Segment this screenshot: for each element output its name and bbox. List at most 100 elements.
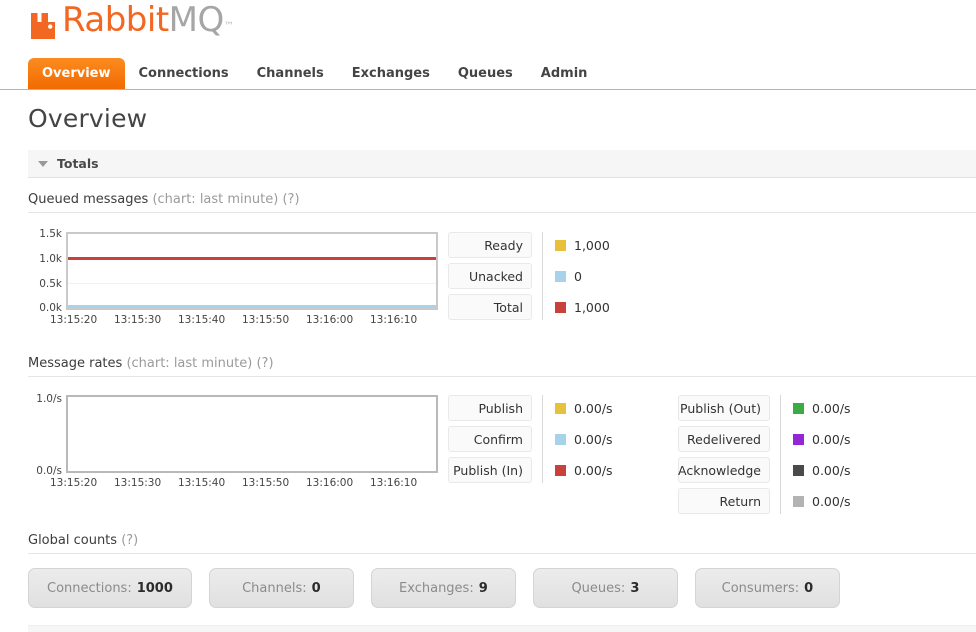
x-tick-5: 13:16:10 [370,477,418,489]
legend-value-redelivered-text: 0.00/s [812,431,851,447]
x-tick-4: 13:16:00 [306,314,354,326]
message-rates-subtitle: (chart: last minute) [126,356,253,371]
series-line-unacked [68,305,436,308]
legend-swatch-acknowledge [793,464,804,476]
y-tick-1000: 1.0k [39,253,62,265]
x-tick-2: 13:15:40 [178,314,226,326]
rates-legend-left-labels: Publish Confirm Publish (In) [448,395,543,483]
queued-messages-heading: Queued messages (chart: last minute) (?) [28,192,976,213]
x-tick-3: 13:15:50 [242,477,290,489]
count-label-queues: Queues: [571,580,626,596]
legend-swatch-return [793,495,804,507]
legend-value-acknowledge: 0.00/s [793,457,851,483]
tab-queues-label: Queues [457,66,513,81]
queued-messages-legend: Ready Unacked Total 1,000 0 1,000 [448,232,610,320]
queued-messages-help-icon[interactable]: (?) [282,192,299,207]
tab-admin[interactable]: Admin [527,58,602,89]
legend-swatch-confirm [555,433,566,445]
caret-down-icon[interactable] [38,160,48,167]
count-value-queues: 3 [630,580,640,596]
legend-label-unacked[interactable]: Unacked [448,263,532,289]
brand-name-rabbit: Rabbit [62,0,169,40]
page-title: Overview [28,104,148,133]
legend-value-unacked-text: 0 [574,268,582,284]
trademark-symbol: ™ [223,21,234,32]
message-rates-heading: Message rates (chart: last minute) (?) [28,356,976,377]
series-line-total [68,257,436,260]
x-tick-5: 13:16:10 [370,314,418,326]
tab-channels[interactable]: Channels [243,58,338,89]
x-tick-1: 13:15:30 [114,314,162,326]
totals-section-label: Totals [57,156,99,171]
legend-value-unacked: 0 [555,263,610,289]
tab-exchanges[interactable]: Exchanges [338,58,444,89]
tab-overview-label: Overview [42,66,111,81]
queued-messages-title: Queued messages [28,192,149,207]
legend-value-publish: 0.00/s [555,395,613,421]
legend-value-publish-text: 0.00/s [574,400,613,416]
legend-label-redelivered[interactable]: Redelivered [678,426,770,452]
legend-swatch-redelivered [793,433,804,445]
tab-queues[interactable]: Queues [444,58,527,89]
tab-overview[interactable]: Overview [28,58,125,89]
legend-label-total[interactable]: Total [448,294,532,320]
message-rates-help-icon[interactable]: (?) [256,356,273,371]
count-button-exchanges[interactable]: Exchanges: 9 [370,568,516,608]
count-value-channels: 0 [311,580,321,596]
legend-value-publish-out: 0.00/s [793,395,851,421]
rabbitmq-management-page: RabbitMQ™ Overview Connections Channels … [0,0,976,632]
legend-label-return[interactable]: Return [678,488,770,514]
tab-channels-label: Channels [256,66,324,81]
message-rates-legend-right: Publish (Out) Redelivered Acknowledge Re… [678,395,851,514]
y-tick-1-per-s: 1.0/s [36,393,62,405]
gridline-500 [68,283,436,284]
rates-legend-right-values: 0.00/s 0.00/s 0.00/s 0.00/s [781,395,851,514]
global-counts-heading: Global counts (?) [28,533,976,554]
legend-value-ready: 1,000 [555,232,610,258]
tab-admin-label: Admin [540,66,588,81]
rates-chart-x-axis: 13:15:20 13:15:30 13:15:40 13:15:50 13:1… [50,477,450,491]
brand-name-mq: MQ [168,0,225,40]
queued-chart-y-axis: 1.5k 1.0k 0.5k 0.0k [28,228,62,314]
count-button-queues[interactable]: Queues: 3 [532,568,678,608]
x-tick-1: 13:15:30 [114,477,162,489]
legend-value-confirm: 0.00/s [555,426,613,452]
x-tick-2: 13:15:40 [178,477,226,489]
count-button-channels[interactable]: Channels: 0 [208,568,354,608]
global-counts-help-icon[interactable]: (?) [121,533,138,548]
message-rates-chart: 1.0/s 0.0/s 13:15:20 13:15:30 13:15:40 1… [28,393,438,491]
queued-chart-plot-area[interactable] [66,232,438,310]
tab-list: Overview Connections Channels Exchanges … [28,58,601,89]
count-button-connections[interactable]: Connections: 1000 [28,568,192,608]
count-button-consumers[interactable]: Consumers: 0 [694,568,840,608]
legend-value-total-text: 1,000 [574,299,610,315]
legend-label-publish[interactable]: Publish [448,395,532,421]
message-rates-legend-left: Publish Confirm Publish (In) 0.00/s 0.00… [448,395,613,483]
queued-legend-values: 1,000 0 1,000 [543,232,610,320]
x-tick-4: 13:16:00 [306,477,354,489]
legend-value-confirm-text: 0.00/s [574,431,613,447]
legend-label-publish-in[interactable]: Publish (In) [448,457,532,483]
legend-value-ready-text: 1,000 [574,237,610,253]
count-value-exchanges: 9 [478,580,488,596]
legend-label-confirm[interactable]: Confirm [448,426,532,452]
legend-label-ready[interactable]: Ready [448,232,532,258]
queued-messages-chart: 1.5k 1.0k 0.5k 0.0k 13:15:20 13:15:30 13… [28,228,438,328]
legend-label-publish-out[interactable]: Publish (Out) [678,395,770,421]
legend-value-publish-out-text: 0.00/s [812,400,851,416]
legend-value-publish-in: 0.00/s [555,457,613,483]
legend-swatch-total [555,301,566,313]
count-value-consumers: 0 [804,580,814,596]
legend-swatch-publish [555,402,566,414]
count-label-exchanges: Exchanges: [399,580,474,596]
tab-connections[interactable]: Connections [125,58,243,89]
legend-label-acknowledge[interactable]: Acknowledge [678,457,770,483]
count-label-connections: Connections: [47,580,132,596]
main-navigation: Overview Connections Channels Exchanges … [0,58,976,90]
rates-chart-plot-area[interactable] [66,395,438,473]
totals-section-header[interactable]: Totals [28,150,976,178]
next-section-strip [28,625,976,632]
x-tick-0: 13:15:20 [50,314,98,326]
brand-logo[interactable]: RabbitMQ™ [28,2,234,44]
count-value-connections: 1000 [136,580,173,596]
